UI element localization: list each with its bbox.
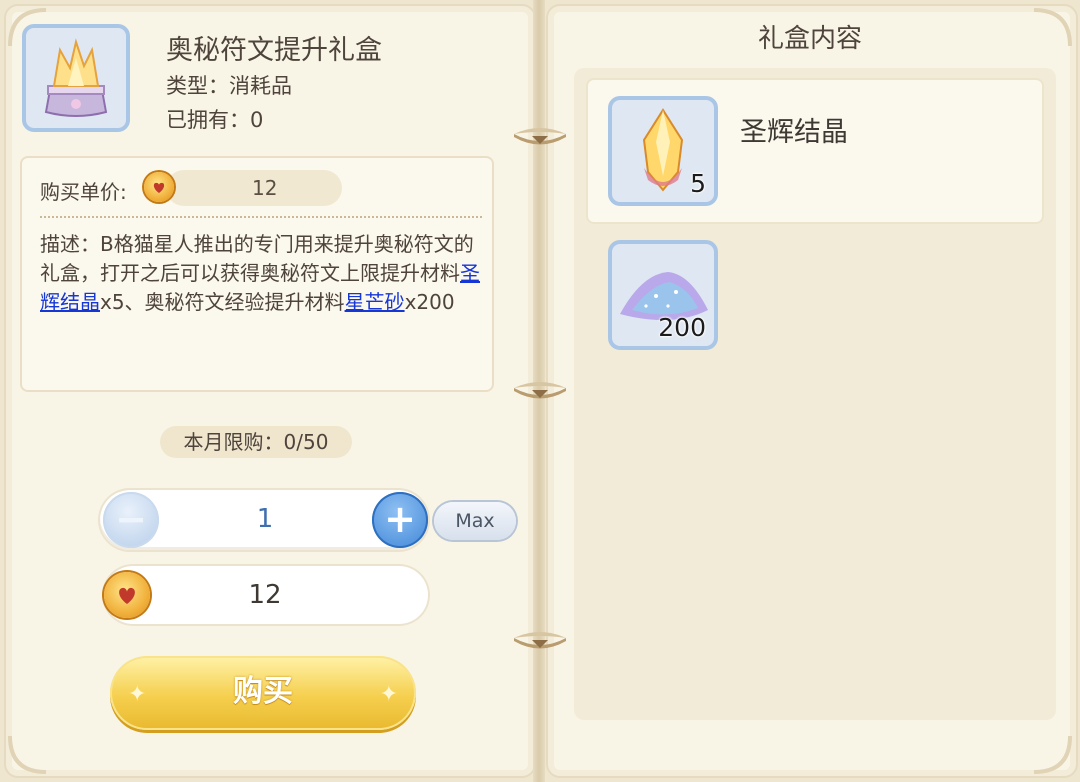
monthly-limit: 本月限购：0/50 xyxy=(160,426,352,458)
corner-ornament-icon xyxy=(1033,735,1072,774)
description-text: 描述：B格猫星人推出的专门用来提升奥秘符文的礼盒，打开之后可以获得奥秘符文上限提… xyxy=(40,232,474,285)
buy-button[interactable]: ✦ ✦ 购买 xyxy=(110,656,416,730)
binding-ring-icon xyxy=(514,382,566,399)
reward-count: 200 xyxy=(658,313,706,342)
plus-icon: + xyxy=(384,497,416,541)
decrease-quantity-button[interactable]: − xyxy=(103,492,159,548)
item-type: 类型：消耗品 xyxy=(166,74,292,98)
contents-title: 礼盒内容 xyxy=(757,24,862,54)
star-sand-link[interactable]: 星芒砂 xyxy=(345,290,405,314)
total-cost-value: 12 xyxy=(248,580,282,610)
description-box: 购买单价: 12 描述：B格猫星人推出的专门用来提升奥秘符文的礼盒，打开之后可以… xyxy=(20,156,494,392)
reward-count: 5 xyxy=(690,169,706,198)
gift-box-icon xyxy=(44,38,108,117)
minus-icon: − xyxy=(115,497,147,541)
reward-slot[interactable]: 200 xyxy=(608,240,718,350)
item-description: 描述：B格猫星人推出的专门用来提升奥秘符文的礼盒，打开之后可以获得奥秘符文上限提… xyxy=(40,230,486,317)
item-owned-count: 已拥有：0 xyxy=(166,108,264,132)
increase-quantity-button[interactable]: + xyxy=(372,492,428,548)
unit-price-label: 购买单价: xyxy=(40,180,127,204)
binding-ring-icon xyxy=(514,632,566,649)
cat-coin-icon xyxy=(104,572,150,618)
description-text: x200 xyxy=(404,290,455,314)
description-text: x5、奥秘符文经验提升材料 xyxy=(100,290,345,314)
cat-coin-icon xyxy=(144,172,174,202)
gift-box-item-frame xyxy=(22,24,130,132)
quantity-value[interactable]: 1 xyxy=(160,504,370,534)
divider xyxy=(40,216,482,218)
item-title: 奥秘符文提升礼盒 xyxy=(166,35,382,66)
reward-slot[interactable]: 5 xyxy=(608,96,718,206)
gift-box-purchase-book: 奥秘符文提升礼盒 类型：消耗品 已拥有：0 购买单价: 12 描述：B格猫星人推… xyxy=(0,0,1080,782)
unit-price-value: 12 xyxy=(252,176,278,200)
buy-button-label: 购买 xyxy=(233,674,293,709)
corner-ornament-icon xyxy=(8,735,47,774)
reward-name: 圣辉结晶 xyxy=(740,117,848,148)
max-quantity-button[interactable]: Max xyxy=(434,502,516,540)
binding-ring-icon xyxy=(514,128,566,145)
